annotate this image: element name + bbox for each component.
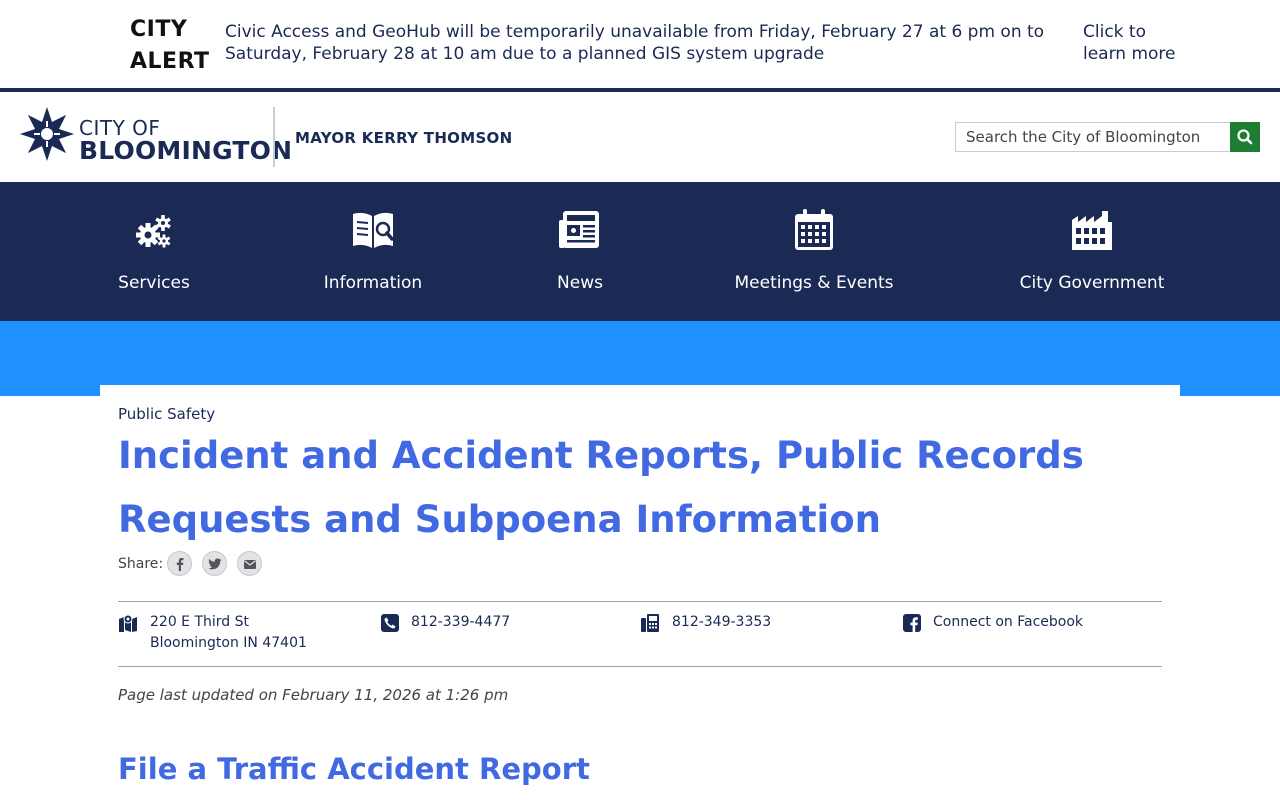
calendar-icon	[795, 209, 833, 250]
share-facebook-button[interactable]	[167, 551, 192, 576]
fax-number: 812-349-3353	[672, 614, 772, 630]
map-icon	[119, 614, 137, 632]
main-navigation: Services Information News Meetings & Eve…	[0, 182, 1280, 321]
search-icon	[1237, 129, 1253, 145]
search-button[interactable]	[1230, 122, 1260, 152]
city-logo[interactable]: CITY OF BLOOMINGTON	[20, 107, 292, 165]
email-icon	[244, 560, 256, 569]
gears-icon	[136, 215, 171, 248]
logo-text-bloomington: BLOOMINGTON	[79, 136, 293, 165]
fax-icon	[641, 614, 659, 632]
nav-label-meetings-events: Meetings & Events	[734, 273, 894, 293]
header-divider	[273, 107, 275, 167]
alert-message: Civic Access and GeoHub will be temporar…	[225, 22, 1045, 64]
nav-item-services[interactable]: Services	[94, 182, 214, 321]
facebook-square-icon	[903, 614, 921, 632]
phone-icon	[381, 614, 399, 632]
mayor-link[interactable]: MAYOR KERRY THOMSON	[295, 129, 512, 147]
book-search-icon	[353, 212, 394, 248]
nav-label-city-government: City Government	[1019, 273, 1165, 293]
page-title: Incident and Accident Reports, Public Re…	[118, 434, 1084, 541]
newspaper-icon	[559, 211, 599, 248]
city-alert-bar: CITY ALERT Civic Access and GeoHub will …	[0, 0, 1280, 88]
address-line1: 220 E Third St	[150, 614, 250, 630]
building-icon	[1072, 211, 1112, 250]
facebook-icon	[176, 558, 184, 571]
breadcrumb[interactable]: Public Safety	[118, 405, 215, 423]
contact-divider-top	[118, 601, 1162, 602]
facebook-link[interactable]: Connect on Facebook	[933, 612, 1083, 633]
alert-learn-more-link[interactable]: Click to learn more	[1083, 21, 1193, 65]
last-updated: Page last updated on February 11, 2026 a…	[118, 686, 509, 704]
twitter-icon	[208, 558, 222, 570]
star-logo-icon	[20, 107, 74, 161]
nav-item-meetings-events[interactable]: Meetings & Events	[729, 182, 899, 321]
nav-label-news: News	[557, 273, 603, 293]
site-header: CITY OF BLOOMINGTON MAYOR KERRY THOMSON	[0, 92, 1280, 182]
contact-divider-bottom	[118, 666, 1162, 667]
nav-item-city-government[interactable]: City Government	[1012, 182, 1172, 321]
share-label: Share:	[118, 556, 164, 572]
nav-item-information[interactable]: Information	[313, 182, 433, 321]
nav-label-information: Information	[323, 273, 423, 293]
nav-item-news[interactable]: News	[530, 182, 630, 321]
alert-title: CITY ALERT	[130, 17, 210, 74]
share-twitter-button[interactable]	[202, 551, 227, 576]
search-input[interactable]	[955, 122, 1231, 152]
phone-link[interactable]: 812-339-4477	[411, 612, 510, 633]
share-email-button[interactable]	[237, 551, 262, 576]
nav-label-services: Services	[118, 273, 190, 293]
address-line2: Bloomington IN 47401	[150, 635, 307, 651]
section-heading-traffic-report: File a Traffic Accident Report	[118, 752, 590, 786]
